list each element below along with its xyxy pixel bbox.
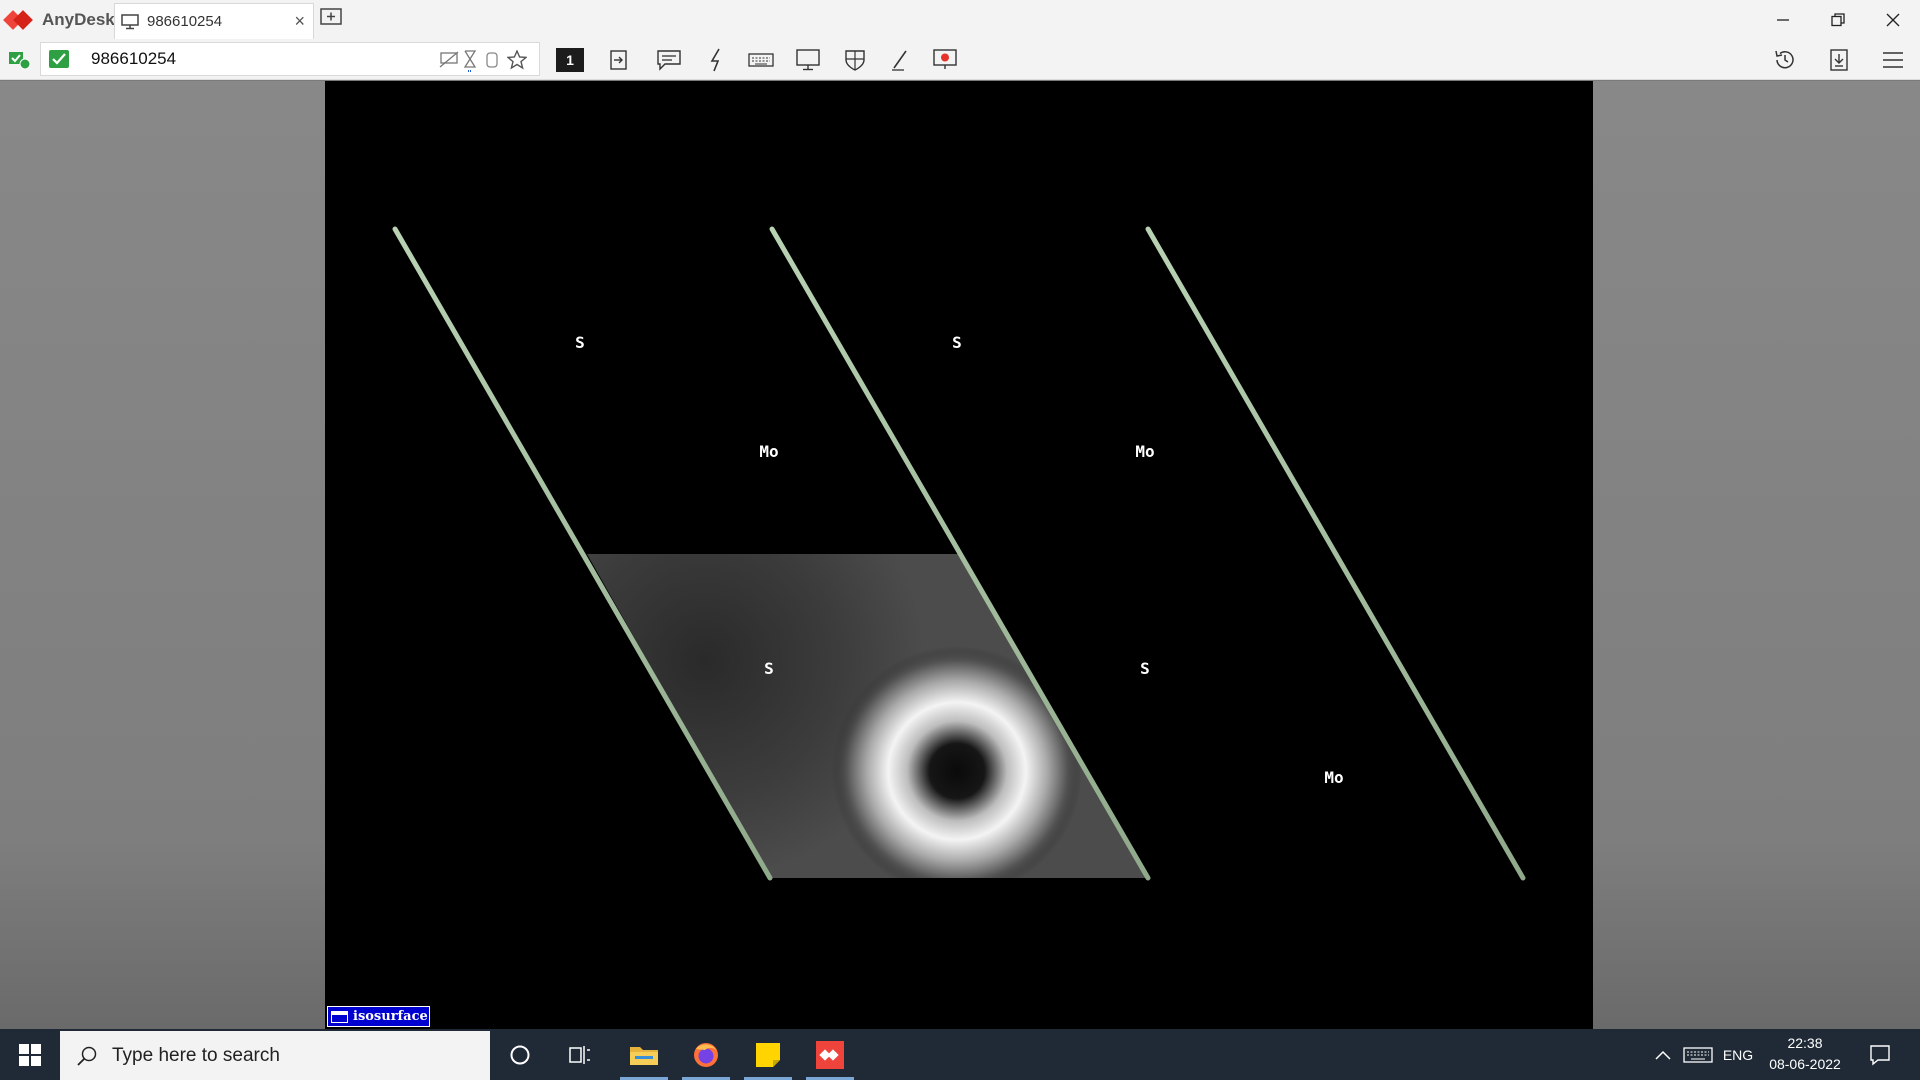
screen-record-icon[interactable] (932, 47, 958, 73)
start-button[interactable] (0, 1029, 60, 1080)
atom-label-s: S (1140, 659, 1150, 678)
atom-label-mo: Mo (1324, 768, 1343, 787)
task-view-button[interactable] (554, 1029, 606, 1080)
window-icon (331, 1010, 348, 1023)
isosurface-slice (587, 554, 1148, 878)
isosurface-window-button[interactable]: isosurface (327, 1006, 430, 1027)
action-center-button[interactable] (1860, 1029, 1900, 1080)
tab-label: 986610254 (147, 13, 223, 30)
taskbar-search[interactable] (60, 1031, 490, 1080)
verified-check-icon (49, 50, 69, 68)
new-tab-icon (320, 8, 342, 25)
taskbar-firefox[interactable] (680, 1029, 732, 1080)
firefox-icon (694, 1042, 718, 1067)
actions-lightning-icon[interactable] (704, 47, 730, 73)
language-indicator[interactable]: ENG (1718, 1029, 1758, 1080)
permissions-shield-icon[interactable] (842, 47, 868, 73)
address-input[interactable] (91, 48, 391, 70)
close-icon (1886, 13, 1900, 26)
session-area: S Mo S Mo S S Mo isosurface (0, 81, 1920, 1029)
display-selector-button[interactable]: 1 (556, 48, 584, 72)
monitor-icon (121, 13, 139, 29)
file-transfer-icon[interactable] (606, 47, 632, 73)
atom-label-s: S (764, 659, 774, 678)
atom-label-s: S (575, 333, 585, 352)
app-brand[interactable]: AnyDesk (0, 0, 115, 39)
session-toolbar: 1 (0, 39, 1920, 80)
recording-icon[interactable] (485, 51, 499, 69)
clock-date: 08-06-2022 (1769, 1056, 1841, 1072)
minimize-button[interactable] (1756, 0, 1810, 39)
chevron-up-icon (1655, 1050, 1671, 1060)
chat-icon[interactable] (656, 47, 682, 73)
windows-taskbar: ENG 22:38 08-06-2022 (0, 1029, 1920, 1080)
taskbar-sticky-notes[interactable] (742, 1029, 794, 1080)
isosurface-label: isosurface (353, 1009, 428, 1024)
remote-screen[interactable]: S Mo S Mo S S Mo isosurface (325, 81, 1593, 1029)
minimize-icon (1777, 18, 1789, 21)
keyboard-icon[interactable] (748, 47, 774, 73)
cortana-circle-icon (510, 1045, 530, 1064)
taskbar-file-explorer[interactable] (618, 1029, 670, 1080)
new-tab-button[interactable] (320, 8, 344, 30)
folder-icon (630, 1046, 658, 1065)
restore-icon (1831, 12, 1845, 26)
install-download-icon[interactable] (1826, 47, 1852, 73)
tab-session[interactable]: 986610254 × (114, 3, 314, 39)
close-tab-icon[interactable]: × (294, 12, 305, 30)
menu-hamburger-icon[interactable] (1880, 47, 1906, 73)
show-hidden-icons-button[interactable] (1648, 1029, 1678, 1080)
taskbar-anydesk[interactable] (804, 1029, 856, 1080)
restore-button[interactable] (1811, 0, 1865, 39)
keyboard-icon (1683, 1046, 1713, 1063)
search-input[interactable] (112, 1044, 472, 1067)
display-settings-icon[interactable] (795, 47, 821, 73)
touch-keyboard-button[interactable] (1680, 1029, 1716, 1080)
sticky-notes-icon (756, 1042, 780, 1067)
cortana-button[interactable] (494, 1029, 546, 1080)
atom-label-mo: Mo (1135, 442, 1154, 461)
app-name: AnyDesk (42, 9, 115, 29)
taskbar-clock[interactable]: 22:38 08-06-2022 (1760, 1033, 1850, 1075)
clock-time: 22:38 (1787, 1035, 1823, 1051)
anydesk-icon (816, 1040, 844, 1069)
anydesk-logo-icon (3, 9, 34, 30)
whiteboard-pen-icon[interactable] (888, 47, 914, 73)
atom-label-s: S (952, 333, 962, 352)
isosurface-viewer: S Mo S Mo S S Mo (392, 226, 1526, 881)
history-icon[interactable] (1772, 47, 1798, 73)
hourglass-icon[interactable] (463, 50, 477, 72)
title-bar: AnyDesk 986610254 × (0, 0, 1920, 39)
connection-status-icon[interactable] (7, 47, 33, 73)
address-bar (40, 42, 540, 76)
notification-icon (1870, 1044, 1890, 1065)
close-window-button[interactable] (1866, 0, 1920, 39)
task-view-icon (569, 1045, 590, 1064)
favorite-star-icon[interactable] (507, 50, 527, 70)
atom-label-mo: Mo (759, 442, 778, 461)
search-icon (77, 1046, 97, 1066)
windows-logo-icon (19, 1043, 41, 1066)
privacy-mode-icon[interactable] (439, 51, 459, 69)
